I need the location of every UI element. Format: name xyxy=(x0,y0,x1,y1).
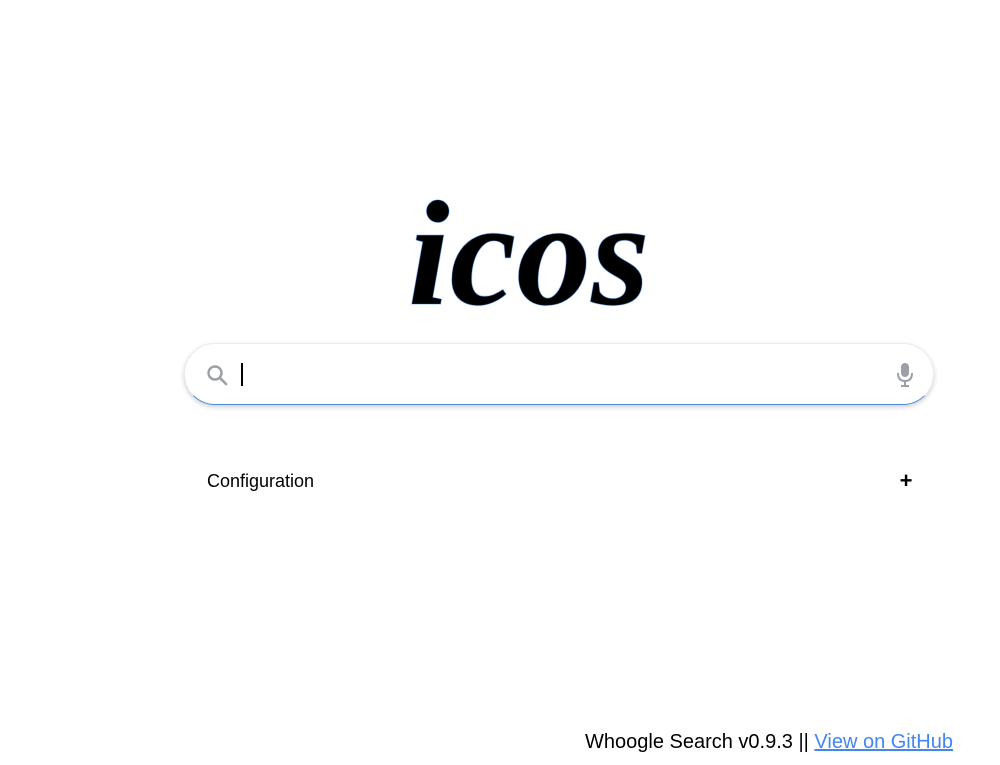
footer-version-text: Whoogle Search v0.9.3 || xyxy=(585,731,815,753)
footer: Whoogle Search v0.9.3 || View on GitHub xyxy=(585,730,953,754)
logo-graphic: icos xyxy=(407,170,650,337)
microphone-icon[interactable] xyxy=(896,362,914,388)
logo-text: icos xyxy=(408,171,650,337)
logo: icos xyxy=(400,170,725,337)
search-icon xyxy=(206,364,228,386)
page: icos Configuration + Whoogle Search v0.9… xyxy=(0,0,1000,765)
configuration-expand-icon[interactable]: + xyxy=(899,466,913,496)
text-caret xyxy=(241,363,243,386)
github-link[interactable]: View on GitHub xyxy=(814,731,953,753)
search-bar[interactable] xyxy=(184,343,934,405)
configuration-label[interactable]: Configuration xyxy=(207,470,314,492)
configuration-section[interactable]: Configuration + xyxy=(207,466,913,496)
search-input[interactable] xyxy=(240,356,874,394)
